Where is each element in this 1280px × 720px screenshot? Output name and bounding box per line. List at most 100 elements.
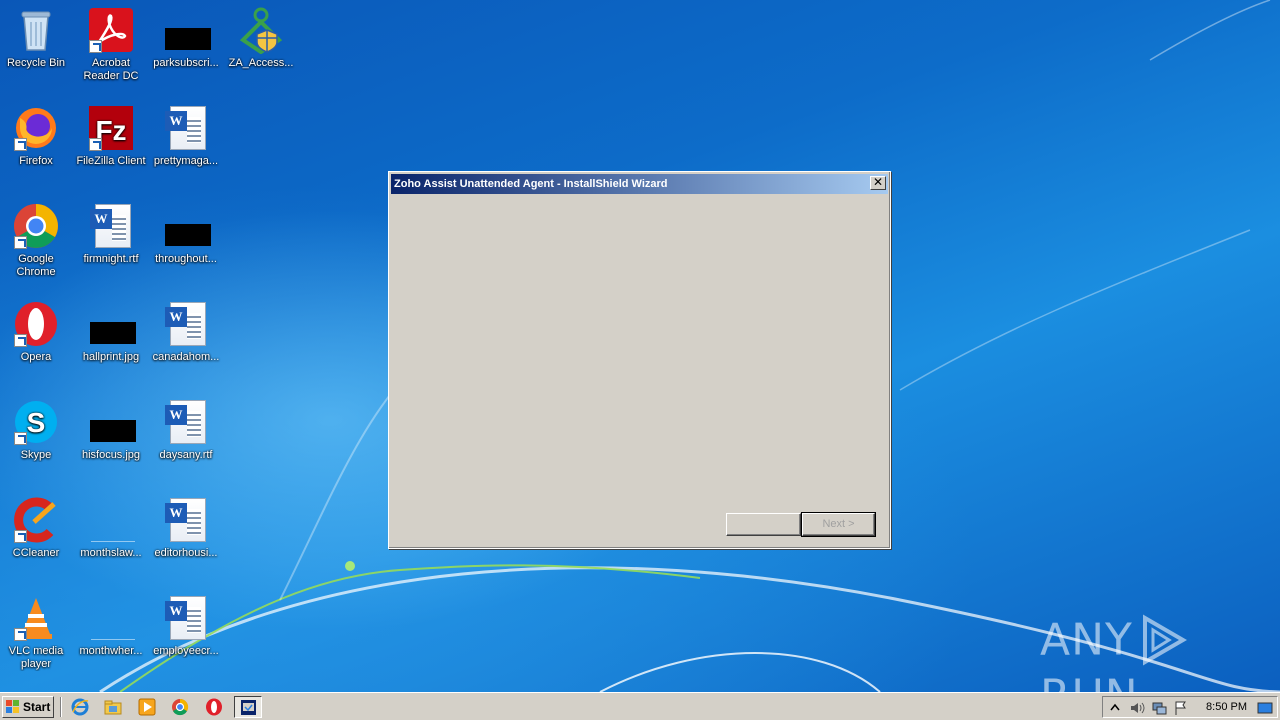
desktop-icon-filezilla[interactable]: Fz FileZilla Client — [74, 104, 148, 168]
desktop-icon-firmnight[interactable]: W firmnight.rtf — [74, 202, 148, 266]
watermark-text-left: ANY — [1040, 614, 1133, 666]
chrome-icon — [12, 202, 60, 250]
icon-label: canadahom... — [152, 351, 220, 363]
shortcut-arrow-icon — [14, 334, 27, 347]
zoho-assist-icon — [237, 6, 285, 55]
desktop-icon-parksubscri[interactable]: parksubscri... — [149, 6, 223, 70]
desktop-icon-acrobat[interactable]: Acrobat Reader DC — [74, 6, 148, 83]
desktop-icon-monthwher[interactable]: monthwher... — [74, 594, 148, 658]
redacted-image-icon — [162, 6, 211, 54]
word-document-icon: W — [87, 202, 135, 250]
installer-icon — [241, 700, 256, 715]
icon-label: employeecr... — [153, 645, 219, 657]
windows-flag-icon — [6, 700, 19, 713]
desktop-icon-canadahom[interactable]: W canadahom... — [149, 300, 223, 364]
blank-file-icon — [87, 496, 135, 544]
desktop-icon-employeecr[interactable]: W employeecr... — [149, 594, 223, 658]
icon-label: Opera — [20, 351, 52, 363]
volume-icon[interactable] — [1129, 700, 1145, 716]
icon-label: firmnight.rtf — [83, 253, 139, 265]
icon-label: monthwher... — [79, 645, 143, 657]
back-button[interactable] — [726, 513, 801, 536]
desktop-icon-editorhousi[interactable]: W editorhousi... — [149, 496, 223, 560]
action-center-flag-icon[interactable] — [1173, 700, 1189, 716]
icon-label: CCleaner — [12, 547, 60, 559]
desktop-icon-hallprint[interactable]: hallprint.jpg — [74, 300, 148, 364]
desktop-icon-firefox[interactable]: Firefox — [0, 104, 73, 168]
desktop-icon-google-chrome[interactable]: Google Chrome — [0, 202, 73, 279]
word-document-icon: W — [162, 398, 210, 446]
show-hidden-icons-icon[interactable] — [1107, 700, 1123, 716]
icon-label: Skype — [20, 449, 52, 461]
filezilla-icon: Fz — [87, 104, 135, 152]
internet-explorer-icon[interactable] — [71, 698, 89, 716]
dialog-title: Zoho Assist Unattended Agent - InstallSh… — [394, 178, 668, 190]
start-button[interactable]: Start — [2, 696, 54, 718]
recycle-bin-icon — [12, 6, 60, 54]
next-button[interactable]: Next > — [801, 512, 876, 537]
redacted-image-icon — [87, 398, 136, 446]
redacted-image-icon — [162, 202, 211, 250]
taskbar-separator — [60, 697, 62, 717]
ccleaner-icon — [12, 496, 60, 544]
shortcut-arrow-icon — [14, 628, 27, 641]
play-logo-icon — [1142, 614, 1187, 666]
chrome-taskbar-icon[interactable] — [171, 698, 189, 716]
blank-file-icon — [87, 594, 135, 642]
desktop-icon-hisfocus[interactable]: hisfocus.jpg — [74, 398, 148, 462]
svg-text:S: S — [27, 407, 46, 438]
icon-label: throughout... — [155, 253, 217, 265]
shortcut-arrow-icon — [14, 530, 27, 543]
icon-label: ZA_Access... — [228, 57, 294, 69]
desktop-icon-prettymaga[interactable]: W prettymaga... — [149, 104, 223, 168]
desktop-icon-za-access[interactable]: ZA_Access... — [224, 6, 298, 70]
word-document-icon: W — [162, 300, 210, 348]
icon-label: Google Chrome — [16, 253, 56, 278]
show-desktop-icon[interactable] — [1257, 700, 1273, 716]
shortcut-arrow-icon — [14, 236, 27, 249]
shortcut-arrow-icon — [14, 138, 27, 151]
acrobat-icon — [87, 6, 135, 54]
redacted-image-icon — [87, 300, 136, 348]
desktop-icon-opera[interactable]: Opera — [0, 300, 73, 364]
word-document-icon: W — [162, 104, 210, 152]
icon-label: daysany.rtf — [159, 449, 213, 461]
icon-label: editorhousi... — [154, 547, 218, 559]
icon-label: Acrobat Reader DC — [83, 57, 139, 82]
desktop-icon-daysany[interactable]: W daysany.rtf — [149, 398, 223, 462]
icon-label: Recycle Bin — [6, 57, 66, 69]
word-document-icon: W — [162, 594, 210, 642]
icon-label: parksubscri... — [153, 57, 219, 69]
vlc-icon — [12, 594, 60, 642]
desktop-icon-ccleaner[interactable]: CCleaner — [0, 496, 73, 560]
start-label: Start — [23, 700, 51, 714]
file-explorer-icon[interactable] — [104, 698, 122, 716]
system-tray: 8:50 PM — [1102, 696, 1278, 718]
taskbar: Start 8:50 PM — [0, 692, 1280, 720]
icon-label: hisfocus.jpg — [81, 449, 141, 461]
desktop-icon-throughout[interactable]: throughout... — [149, 202, 223, 266]
desktop-icon-skype[interactable]: S Skype — [0, 398, 73, 462]
skype-icon: S — [12, 398, 60, 446]
media-player-icon[interactable] — [138, 698, 156, 716]
firefox-icon — [12, 104, 60, 152]
word-document-icon: W — [162, 496, 210, 544]
icon-label: FileZilla Client — [76, 155, 146, 167]
icon-label: monthslaw... — [80, 547, 142, 559]
desktop-icon-monthslaw[interactable]: monthslaw... — [74, 496, 148, 560]
shortcut-arrow-icon — [89, 138, 102, 151]
opera-taskbar-icon[interactable] — [205, 698, 223, 716]
desktop-icon-vlc[interactable]: VLC media player — [0, 594, 73, 671]
clock[interactable]: 8:50 PM — [1206, 697, 1247, 717]
icon-label: Firefox — [19, 155, 53, 167]
icon-label: hallprint.jpg — [82, 351, 140, 363]
icon-label: prettymaga... — [153, 155, 219, 167]
taskbar-installer-button[interactable] — [234, 696, 262, 718]
close-button[interactable]: ✕ — [870, 176, 886, 190]
network-icon[interactable] — [1151, 700, 1167, 716]
installshield-wizard-dialog: Zoho Assist Unattended Agent - InstallSh… — [388, 171, 891, 549]
shortcut-arrow-icon — [14, 432, 27, 445]
desktop-icon-recycle-bin[interactable]: Recycle Bin — [0, 6, 73, 70]
icon-label: VLC media player — [8, 645, 64, 670]
dialog-titlebar[interactable]: Zoho Assist Unattended Agent - InstallSh… — [391, 174, 888, 194]
